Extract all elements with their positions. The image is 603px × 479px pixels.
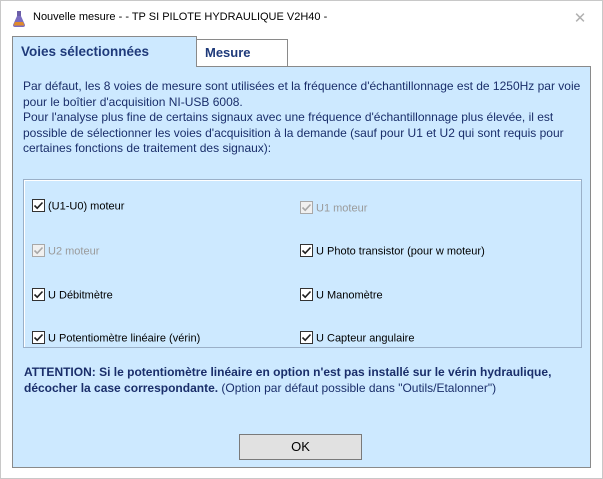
close-icon[interactable]: ✕ bbox=[569, 7, 591, 29]
tab-mesure[interactable]: Mesure bbox=[197, 39, 288, 66]
checkbox-u-potentiometre-lineaire[interactable]: U Potentiomètre linéaire (vérin) bbox=[32, 331, 201, 348]
tab-panel: Par défaut, les 8 voies de mesure sont u… bbox=[12, 66, 591, 468]
dialog-window: Nouvelle mesure - - TP SI PILOTE HYDRAUL… bbox=[0, 0, 603, 479]
tab-strip: Voies sélectionnées Mesure bbox=[12, 36, 592, 67]
checkbox-checked-icon[interactable] bbox=[300, 331, 313, 344]
checkbox-label: U Manomètre bbox=[316, 289, 383, 302]
checkbox-u1-u0-moteur[interactable]: (U1-U0) moteur bbox=[32, 199, 125, 216]
checkbox-label: U Débitmètre bbox=[48, 289, 113, 302]
flask-icon bbox=[12, 11, 26, 27]
checkbox-checked-icon[interactable] bbox=[300, 288, 313, 301]
window-title: Nouvelle mesure - - TP SI PILOTE HYDRAUL… bbox=[33, 11, 328, 23]
checkbox-u1-moteur: U1 moteur bbox=[300, 201, 368, 218]
checkbox-u-photo-transistor[interactable]: U Photo transistor (pour w moteur) bbox=[300, 244, 485, 261]
checkbox-checked-icon[interactable] bbox=[32, 331, 45, 344]
ok-button[interactable]: OK bbox=[239, 434, 362, 460]
intro-paragraph-2: Pour l'analyse plus fine de certains sig… bbox=[23, 110, 564, 155]
checkbox-label: U Capteur angulaire bbox=[316, 332, 415, 345]
checkbox-checked-icon bbox=[32, 244, 45, 257]
checkbox-u-manometre[interactable]: U Manomètre bbox=[300, 288, 383, 305]
checkbox-u-capteur-angulaire[interactable]: U Capteur angulaire bbox=[300, 331, 415, 348]
checkbox-checked-icon[interactable] bbox=[32, 288, 45, 301]
checkbox-label: (U1-U0) moteur bbox=[48, 200, 125, 213]
checkbox-label: U Photo transistor (pour w moteur) bbox=[316, 245, 485, 258]
checkbox-checked-icon[interactable] bbox=[300, 244, 313, 257]
checkbox-checked-icon bbox=[300, 201, 313, 214]
tab-voies-selectionnees[interactable]: Voies sélectionnées bbox=[12, 36, 197, 67]
warning-normal-text: (Option par défaut possible dans "Outils… bbox=[218, 380, 497, 395]
checkbox-label: U1 moteur bbox=[316, 202, 368, 215]
checkbox-label: U Potentiomètre linéaire (vérin) bbox=[48, 332, 201, 345]
intro-text: Par défaut, les 8 voies de mesure sont u… bbox=[23, 79, 583, 157]
warning-text: ATTENTION: Si le potentiomètre linéaire … bbox=[24, 365, 584, 396]
checkbox-u2-moteur: U2 moteur bbox=[32, 244, 100, 261]
checkbox-u-debitmetre[interactable]: U Débitmètre bbox=[32, 288, 113, 305]
intro-paragraph-1: Par défaut, les 8 voies de mesure sont u… bbox=[23, 79, 581, 109]
checkbox-label: U2 moteur bbox=[48, 245, 100, 258]
title-bar[interactable]: Nouvelle mesure - - TP SI PILOTE HYDRAUL… bbox=[1, 1, 602, 35]
checkbox-checked-icon[interactable] bbox=[32, 199, 45, 212]
